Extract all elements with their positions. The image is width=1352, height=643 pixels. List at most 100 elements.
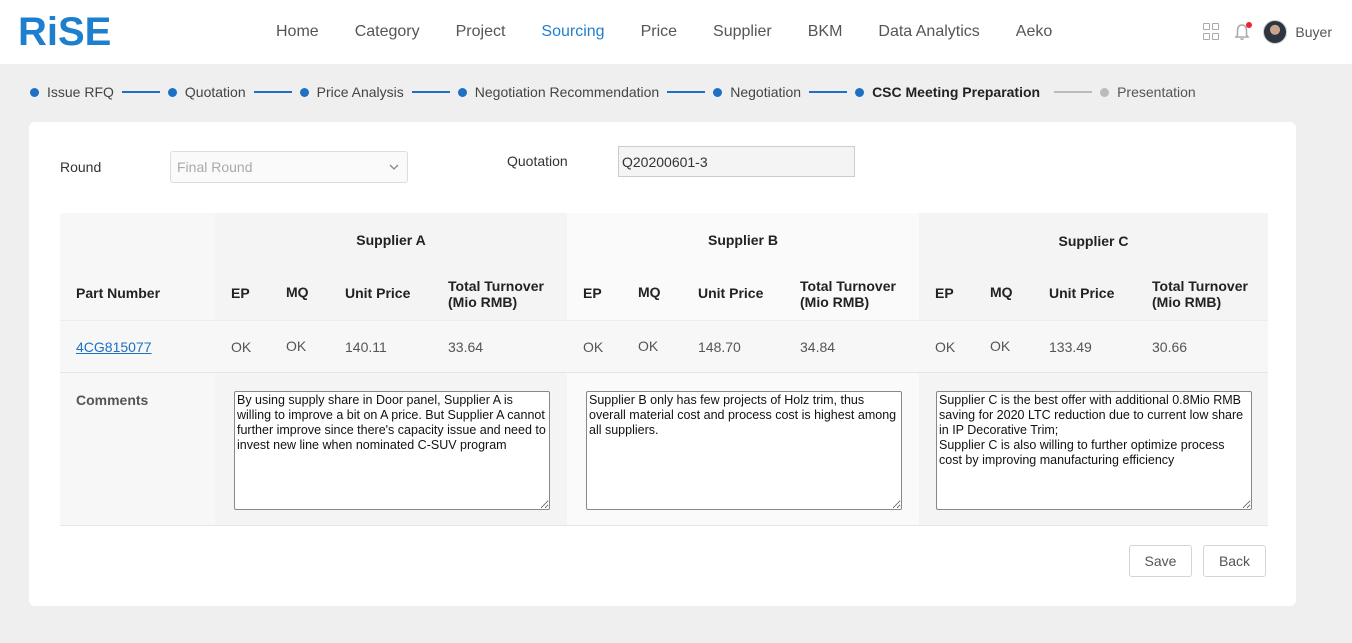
nav-item-data-analytics[interactable]: Data Analytics [878, 23, 979, 41]
page-scrollbar[interactable] [1336, 64, 1352, 643]
supplier-a-turnover: 33.64 [448, 339, 484, 355]
supplier-a-comment-textarea[interactable]: By using supply share in Door panel, Sup… [234, 391, 550, 510]
grid-icon[interactable] [1203, 23, 1221, 41]
nav-item-bkm[interactable]: BKM [808, 23, 843, 41]
step-dot-icon [299, 87, 309, 97]
unit-price-header: Unit Price [1049, 285, 1115, 301]
step-connector [1054, 91, 1093, 93]
header-tools: Buyer [1203, 18, 1332, 46]
step-negotiation[interactable]: Negotiation [713, 84, 801, 100]
turnover-header: Total Turnover (Mio RMB) [800, 278, 896, 310]
supplier-name: Supplier A [356, 232, 426, 248]
step-presentation[interactable]: Presentation [1100, 84, 1196, 100]
round-select-value: Final Round [177, 159, 253, 175]
notification-dot [1246, 22, 1253, 28]
main-nav: Home Category Project Sourcing Price Sup… [258, 0, 1070, 64]
supplier-c-header: Supplier C EP MQ Unit Price Total Turnov… [919, 213, 1268, 320]
turnover-header-line2: (Mio RMB) [800, 294, 870, 310]
avatar[interactable] [1263, 20, 1288, 44]
step-price-analysis[interactable]: Price Analysis [299, 84, 404, 100]
save-button[interactable]: Save [1129, 545, 1192, 577]
nav-item-price[interactable]: Price [641, 23, 677, 41]
bell-icon[interactable] [1233, 22, 1253, 41]
supplier-b-comment-textarea[interactable]: Supplier B only has few projects of Holz… [586, 391, 902, 510]
nav-item-aeko[interactable]: Aeko [1016, 23, 1052, 41]
step-dot-icon [713, 87, 723, 97]
quotation-label: Quotation [507, 153, 568, 169]
supplier-c-mq: OK [990, 338, 1011, 354]
step-negotiation-recommendation[interactable]: Negotiation Recommendation [457, 84, 660, 100]
mq-header: MQ [990, 284, 1013, 300]
main-card: Round Final Round Quotation Q20200601-3 … [29, 122, 1296, 606]
supplier-c-turnover: 30.66 [1152, 339, 1188, 355]
step-label: CSC Meeting Preparation [872, 84, 1041, 100]
app-logo[interactable]: RiSE [18, 10, 111, 54]
supplier-b-header: Supplier B EP MQ Unit Price Total Turnov… [567, 213, 919, 320]
quotation-field[interactable]: Q20200601-3 [618, 146, 855, 177]
supplier-name: Supplier C [1058, 233, 1129, 249]
supplier-b-turnover: 34.84 [800, 339, 836, 355]
round-label: Round [60, 159, 102, 175]
turnover-header-line2: (Mio RMB) [1152, 294, 1222, 310]
step-csc-meeting-preparation[interactable]: CSC Meeting Preparation [855, 84, 1040, 100]
supplier-b-unit-price: 148.70 [698, 339, 741, 355]
supplier-name: Supplier B [707, 232, 778, 248]
step-dot-icon [167, 87, 177, 97]
mq-header: MQ [638, 284, 661, 300]
step-quotation[interactable]: Quotation [167, 84, 246, 100]
table-header: Part Number Supplier A EP MQ Unit Price … [60, 213, 1268, 320]
step-label: Issue RFQ [47, 84, 114, 100]
supplier-a-ep: OK [231, 339, 252, 355]
top-navigation-bar: RiSE Home Category Project Sourcing Pric… [0, 0, 1352, 64]
table-row: 4CG815077 OK OK 140.11 33.64 OK OK 148.7… [60, 320, 1268, 372]
step-dot-icon [30, 87, 39, 97]
step-dot-icon [1100, 87, 1110, 97]
nav-item-category[interactable]: Category [355, 23, 420, 41]
supplier-a-unit-price: 140.11 [345, 339, 387, 355]
unit-price-header: Unit Price [345, 285, 411, 301]
user-role-label[interactable]: Buyer [1295, 24, 1332, 40]
supplier-c-ep: OK [935, 339, 956, 355]
nav-item-home[interactable]: Home [276, 23, 319, 41]
nav-item-sourcing[interactable]: Sourcing [541, 23, 604, 41]
step-connector [809, 91, 848, 93]
step-connector [253, 91, 292, 93]
round-select[interactable]: Final Round [170, 151, 408, 183]
process-stepper: Issue RFQ Quotation Price Analysis Negot… [30, 80, 1196, 104]
turnover-header-line2: (Mio RMB) [448, 294, 518, 310]
supplier-c-unit-price: 133.49 [1049, 339, 1092, 355]
chevron-down-icon [389, 164, 399, 170]
supplier-b-ep: OK [583, 339, 604, 355]
turnover-header-line1: Total Turnover [448, 278, 544, 294]
step-dot-icon [855, 87, 865, 97]
step-connector [667, 91, 706, 93]
supplier-c-comment-textarea[interactable]: Supplier C is the best offer with additi… [936, 391, 1252, 510]
comments-header: Comments [76, 392, 149, 408]
part-number-link[interactable]: 4CG815077 [76, 339, 152, 355]
step-label: Negotiation [730, 84, 802, 100]
step-label: Price Analysis [316, 84, 404, 100]
step-label: Negotiation Recommendation [474, 84, 660, 100]
step-connector [411, 91, 450, 93]
turnover-header: Total Turnover (Mio RMB) [1152, 278, 1248, 310]
step-dot-icon [457, 87, 467, 97]
turnover-header: Total Turnover (Mio RMB) [448, 278, 544, 310]
supplier-b-mq: OK [638, 338, 659, 354]
ep-header: EP [935, 285, 954, 301]
supplier-a-mq: OK [286, 338, 307, 354]
back-button[interactable]: Back [1203, 545, 1266, 577]
nav-item-project[interactable]: Project [456, 23, 506, 41]
unit-price-header: Unit Price [698, 285, 764, 301]
step-connector [121, 91, 160, 93]
supplier-a-header: Supplier A EP MQ Unit Price Total Turnov… [215, 213, 567, 320]
step-label: Quotation [184, 84, 246, 100]
nav-item-supplier[interactable]: Supplier [713, 23, 772, 41]
comments-row: Comments By using supply share in Door p… [60, 372, 1268, 526]
mq-header: MQ [286, 284, 309, 300]
step-issue-rfq[interactable]: Issue RFQ [30, 84, 114, 100]
turnover-header-line1: Total Turnover [1152, 278, 1248, 294]
ep-header: EP [583, 285, 602, 301]
part-number-header: Part Number [76, 285, 161, 301]
step-label: Presentation [1117, 84, 1196, 100]
quotation-value: Q20200601-3 [622, 153, 708, 170]
